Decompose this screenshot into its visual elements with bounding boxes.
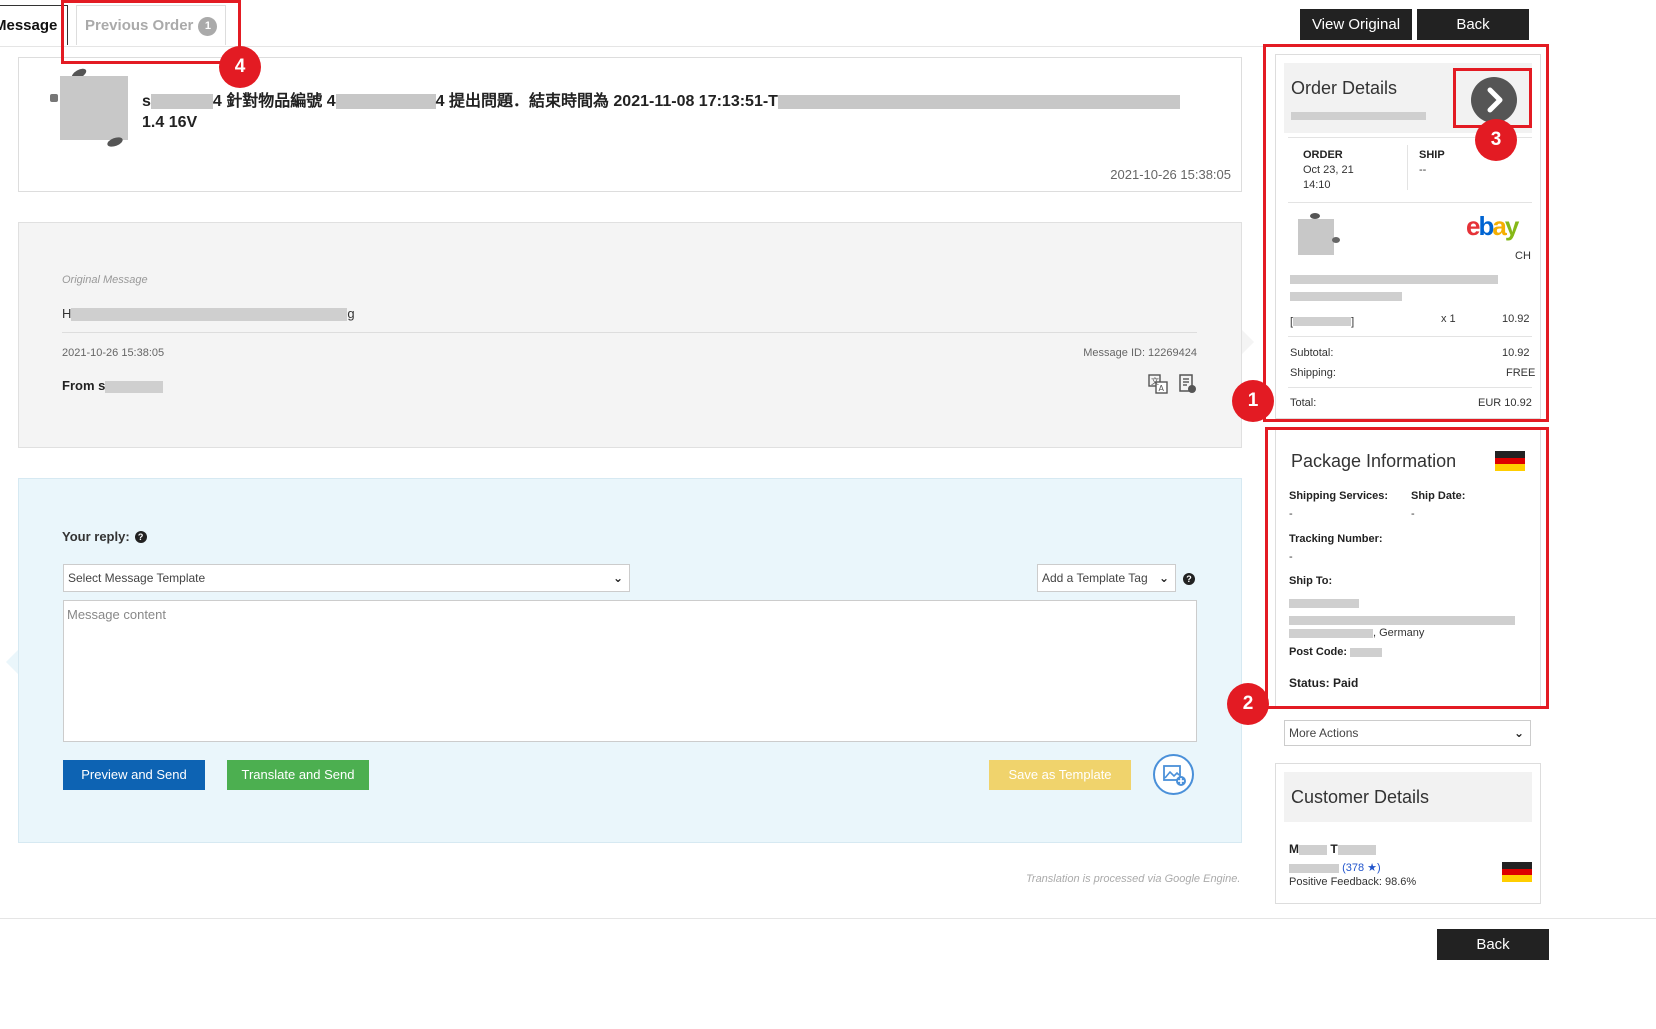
chevron-right-icon — [1487, 87, 1503, 113]
tab-previous-order[interactable]: Previous Order 1 — [76, 5, 226, 45]
annotation-marker-1: 1 — [1232, 380, 1274, 422]
original-message-card: Original Message Hg 2021-10-26 15:38:05 … — [18, 222, 1242, 448]
order-item-thumbnail — [1294, 213, 1344, 263]
package-info-panel: Package Information Shipping Services: -… — [1275, 428, 1541, 708]
original-message-body: Hg — [62, 306, 355, 322]
chevron-down-icon: ⌄ — [1158, 571, 1169, 585]
shipping-services-value: - — [1289, 508, 1293, 520]
message-header-timestamp: 2021-10-26 15:38:05 — [1110, 167, 1231, 182]
tab-previous-order-label: Previous Order — [85, 17, 194, 34]
order-item-price: 10.92 — [1502, 313, 1530, 325]
tab-message-label: Message — [0, 17, 58, 34]
message-id: Message ID: 12269424 — [1083, 347, 1197, 359]
message-content-textarea[interactable]: Message content — [63, 600, 1197, 742]
platform-site: CH — [1515, 250, 1531, 262]
original-message-timestamp: 2021-10-26 15:38:05 — [62, 347, 165, 359]
image-add-icon — [1163, 765, 1186, 786]
ship-value: -- — [1419, 164, 1427, 176]
annotation-marker-4: 4 — [219, 46, 261, 88]
reply-card: Your reply:? Select Message Template ⌄ Ad… — [18, 478, 1242, 843]
annotation-marker-3: 3 — [1475, 119, 1517, 161]
order-number — [1291, 107, 1426, 120]
chevron-down-icon: ⌄ — [1513, 726, 1524, 740]
germany-flag-icon — [1502, 862, 1532, 882]
order-label: ORDER — [1303, 149, 1343, 161]
order-date: Oct 23, 21 — [1303, 164, 1354, 176]
ship-to-label: Ship To: — [1289, 575, 1333, 587]
order-item-qty: x 1 — [1441, 313, 1456, 325]
tracking-number-label: Tracking Number: — [1289, 533, 1383, 545]
ship-label: SHIP — [1419, 149, 1445, 161]
ebay-logo: ebay — [1466, 211, 1519, 241]
help-icon[interactable]: ? — [134, 531, 147, 543]
item-thumbnail — [49, 66, 129, 149]
subtotal-label: Subtotal: — [1290, 347, 1334, 359]
customer-username-link[interactable]: (378 ★) — [1289, 861, 1381, 874]
post-code: Post Code: — [1289, 646, 1383, 658]
message-template-select[interactable]: Select Message Template ⌄ — [63, 564, 630, 592]
subject-mid2: 4 提出問題．結束時間為 2021-11-08 17:13:51-T — [435, 93, 778, 110]
order-details-arrow-button[interactable] — [1471, 77, 1517, 123]
translate-and-send-button[interactable]: Translate and Send — [227, 760, 369, 790]
annotation-marker-2: 2 — [1227, 683, 1269, 725]
back-button-top[interactable]: Back — [1417, 9, 1529, 40]
translate-icon[interactable]: 文A — [1148, 374, 1168, 394]
tab-message[interactable]: Message — [0, 5, 68, 45]
message-subject: s 4 針對物品編號 4 4 提出問題．結束時間為 2021-11-08 17:13… — [142, 91, 1222, 133]
svg-text:A: A — [1159, 384, 1165, 393]
template-tag-select[interactable]: Add a Template Tag ⌄ — [1037, 564, 1176, 592]
message-sender: From s — [62, 378, 164, 393]
chevron-down-icon: ⌄ — [612, 571, 623, 585]
customer-name: M T — [1289, 842, 1376, 856]
ship-date-label: Ship Date: — [1411, 490, 1466, 502]
save-as-template-button[interactable]: Save as Template — [989, 760, 1131, 790]
footer-divider — [0, 918, 1656, 919]
translation-note: Translation is processed via Google Engi… — [1026, 873, 1241, 885]
order-item-title — [1290, 271, 1498, 301]
tracking-number-value: - — [1289, 551, 1293, 563]
insert-image-button[interactable] — [1153, 754, 1194, 795]
original-message-divider — [62, 332, 1197, 333]
customer-details-title: Customer Details — [1291, 787, 1430, 807]
positive-feedback: Positive Feedback: 98.6% — [1289, 876, 1417, 888]
subtotal-value: 10.92 — [1502, 347, 1530, 359]
shipping-label: Shipping: — [1290, 367, 1336, 379]
more-actions-select[interactable]: More Actions ⌄ — [1284, 720, 1531, 746]
view-original-button[interactable]: View Original — [1300, 9, 1412, 40]
reply-pointer — [6, 650, 18, 674]
previous-order-count-badge: 1 — [198, 17, 218, 36]
order-status: Status: Paid — [1289, 676, 1359, 690]
order-time: 14:10 — [1303, 179, 1331, 191]
document-icon[interactable] — [1178, 374, 1198, 394]
star-icon: ★) — [1367, 862, 1381, 874]
reply-label: Your reply:? — [62, 529, 147, 544]
shipping-value: FREE — [1506, 367, 1536, 379]
order-item-sku: [] — [1290, 316, 1355, 328]
subject-mid1: 4 針對物品編號 4 — [212, 93, 336, 110]
total-value: EUR 10.92 — [1478, 397, 1532, 409]
customer-details-panel: Customer Details M T (378 ★) Positive Fe… — [1275, 763, 1541, 904]
original-message-pointer — [1242, 330, 1254, 354]
total-label: Total: — [1290, 397, 1317, 409]
ship-to-address: , Germany — [1289, 595, 1515, 639]
template-tag-help-icon[interactable]: ? — [1183, 571, 1195, 586]
package-info-title: Package Information — [1291, 451, 1457, 471]
shipping-services-label: Shipping Services: — [1289, 490, 1389, 502]
subject-line2: 1.4 16V — [142, 114, 198, 131]
tab-divider — [0, 46, 1264, 47]
subject-prefix: s — [142, 93, 151, 110]
ship-date-value: - — [1411, 508, 1415, 520]
order-details-title: Order Details — [1291, 78, 1398, 98]
germany-flag-icon — [1495, 451, 1525, 471]
order-details-panel: Order Details ORDER Oct 23, 21 14:10 SHI… — [1275, 54, 1541, 419]
back-button-bottom[interactable]: Back — [1437, 929, 1549, 960]
preview-and-send-button[interactable]: Preview and Send — [63, 760, 205, 790]
original-message-label: Original Message — [62, 274, 148, 286]
